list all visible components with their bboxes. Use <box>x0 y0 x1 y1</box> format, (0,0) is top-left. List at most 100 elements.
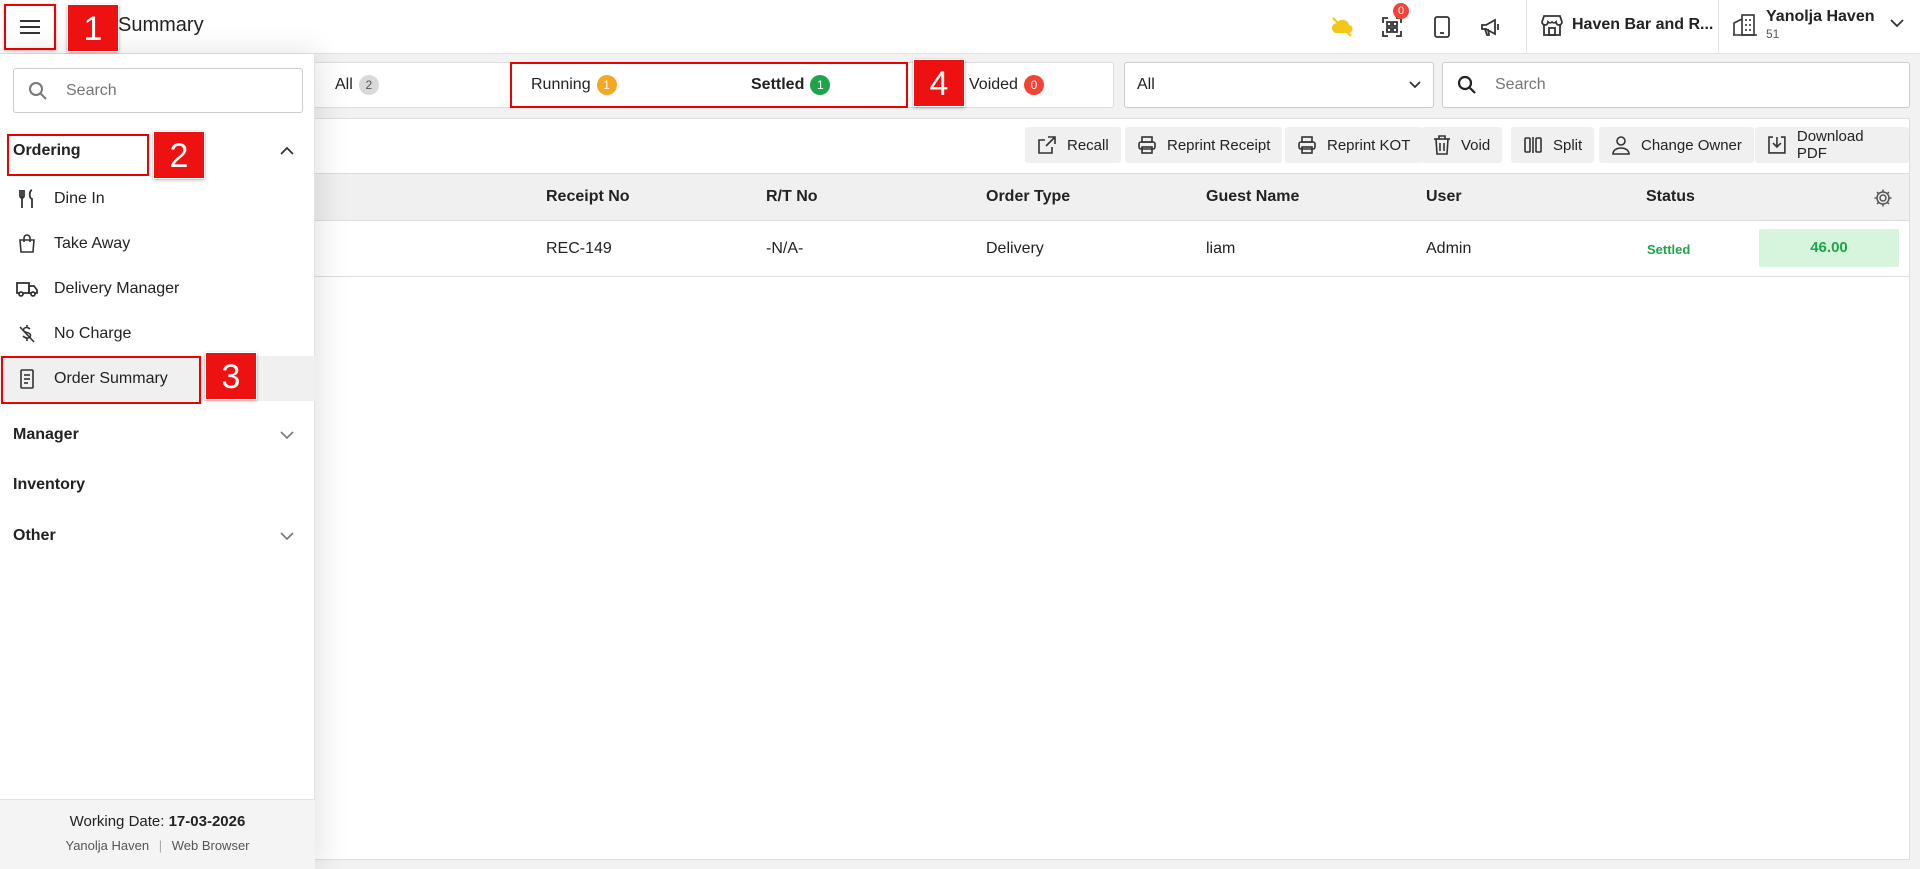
download-pdf-label: Download PDF <box>1796 128 1864 162</box>
change-owner-label: Change Owner <box>1641 136 1742 154</box>
search-icon <box>1457 75 1476 94</box>
outlet-selector[interactable]: Haven Bar and R... <box>1540 14 1713 36</box>
annotation-marker: 3 <box>205 352 257 400</box>
sidebar-item-take-away[interactable]: Take Away <box>0 221 315 266</box>
download-icon <box>1768 136 1786 154</box>
sidebar-item-label: Dine In <box>54 189 105 207</box>
user-cell: Admin <box>1426 240 1472 257</box>
sidebar-item-label: No Charge <box>54 324 132 342</box>
void-label: Void <box>1461 136 1491 154</box>
orders-panel: Recall Reprint Receipt Reprint KOT Void … <box>256 118 1910 860</box>
hamburger-menu-button[interactable] <box>4 4 56 50</box>
column-header[interactable]: User <box>1426 188 1462 206</box>
property-id: 51 <box>1766 27 1780 41</box>
annotation-marker: 4 <box>913 59 965 107</box>
tab-count: 0 <box>1023 75 1044 95</box>
column-header[interactable]: Status <box>1646 188 1695 206</box>
sidebar-item-label: Take Away <box>54 234 131 252</box>
cloud-sync-icon[interactable] <box>1330 15 1354 39</box>
working-date-value: 17-03-2026 <box>168 813 246 830</box>
order-type-cell: Delivery <box>986 240 1044 257</box>
order-type-filter[interactable]: All <box>1124 62 1434 108</box>
chevron-down-icon[interactable] <box>280 430 294 440</box>
table-header: Receipt No R/T No Order Type Guest Name … <box>257 173 1909 221</box>
outlet-name: Haven Bar and R... <box>1572 16 1714 33</box>
header-divider <box>1526 0 1527 54</box>
recall-label: Recall <box>1067 136 1109 154</box>
search-input[interactable] <box>1495 76 1875 94</box>
section-inventory[interactable]: Inventory <box>13 476 85 494</box>
footer-client: Web Browser <box>171 838 250 853</box>
reprint-kot-button[interactable]: Reprint KOT <box>1285 127 1423 163</box>
void-button[interactable]: Void <box>1421 127 1503 163</box>
sidebar-item-label: Delivery Manager <box>54 279 180 297</box>
page-title: Summary <box>118 14 204 36</box>
annotation-marker: 2 <box>153 131 205 179</box>
column-header[interactable]: Receipt No <box>546 188 630 206</box>
qr-order-badge: 0 <box>1393 3 1409 19</box>
sidebar-item-no-charge[interactable]: No Charge <box>0 311 315 356</box>
footer-meta: Yanolja Haven | Web Browser <box>0 838 315 853</box>
truck-icon <box>16 278 38 300</box>
chevron-down-icon[interactable] <box>280 531 294 541</box>
annotation-marker: 1 <box>67 4 119 52</box>
property-selector[interactable]: Yanolja Haven 51 <box>1732 8 1875 42</box>
sidebar-item-delivery-manager[interactable]: Delivery Manager <box>0 266 315 311</box>
column-header[interactable]: Guest Name <box>1206 188 1299 206</box>
working-date-label: Working Date: <box>69 813 165 830</box>
annotation-box <box>1 356 201 404</box>
external-link-icon <box>1038 136 1056 154</box>
sidebar-search[interactable] <box>13 68 303 113</box>
tab-all[interactable]: All 2 <box>335 75 379 95</box>
guest-name-cell: liam <box>1206 240 1236 257</box>
reprint-kot-label: Reprint KOT <box>1327 136 1411 154</box>
download-pdf-button[interactable]: Download PDF <box>1755 127 1909 163</box>
top-header: Summary 0 Haven Bar and R... Yanolja Hav… <box>0 0 1920 54</box>
recall-button[interactable]: Recall <box>1025 127 1121 163</box>
printer-icon <box>1138 136 1156 154</box>
sidebar-item-dine-in[interactable]: Dine In <box>0 176 315 221</box>
working-date: Working Date: 17-03-2026 <box>0 813 315 830</box>
user-icon <box>1612 136 1630 155</box>
sidebar-footer: Working Date: 17-03-2026 Yanolja Haven |… <box>0 799 315 869</box>
split-button[interactable]: Split <box>1511 127 1595 163</box>
tab-label: Voided <box>969 76 1018 93</box>
search-icon <box>29 81 47 100</box>
tablet-icon[interactable] <box>1430 15 1454 39</box>
reprint-receipt-label: Reprint Receipt <box>1167 136 1271 154</box>
reprint-receipt-button[interactable]: Reprint Receipt <box>1125 127 1283 163</box>
no-charge-icon <box>16 323 38 345</box>
footer-separator: | <box>158 838 163 853</box>
megaphone-icon[interactable] <box>1478 15 1502 39</box>
annotation-box <box>7 134 149 176</box>
section-other[interactable]: Other <box>13 527 56 545</box>
annotation-box <box>510 62 908 108</box>
rt-no-cell: -N/A- <box>766 240 804 257</box>
trash-icon <box>1434 135 1450 155</box>
column-header[interactable]: Order Type <box>986 188 1070 206</box>
chevron-down-icon <box>1409 81 1421 89</box>
column-header[interactable]: R/T No <box>766 188 818 206</box>
footer-property: Yanolja Haven <box>65 838 150 853</box>
hamburger-icon <box>20 20 40 34</box>
sidebar-search-input[interactable] <box>66 81 266 100</box>
tab-voided[interactable]: Voided 0 <box>969 75 1044 95</box>
split-icon <box>1524 137 1542 153</box>
change-owner-button[interactable]: Change Owner <box>1599 127 1754 163</box>
table-row[interactable]: REC-149 -N/A- Delivery liam Admin Settle… <box>257 221 1909 277</box>
chevron-up-icon[interactable] <box>280 146 294 156</box>
chevron-down-icon[interactable] <box>1890 18 1904 28</box>
store-icon <box>1541 15 1563 36</box>
amount-cell: 46.00 <box>1759 229 1899 267</box>
gear-icon[interactable] <box>1873 188 1893 208</box>
order-search[interactable] <box>1442 62 1910 108</box>
property-name: Yanolja Haven <box>1766 8 1875 25</box>
tab-label: All <box>335 76 353 93</box>
tab-count: 2 <box>358 75 379 95</box>
bag-icon <box>16 233 38 255</box>
split-label: Split <box>1553 136 1583 154</box>
section-manager[interactable]: Manager <box>13 426 79 444</box>
printer-icon <box>1298 136 1316 154</box>
header-divider <box>1718 0 1719 54</box>
receipt-no-cell: REC-149 <box>546 240 612 257</box>
